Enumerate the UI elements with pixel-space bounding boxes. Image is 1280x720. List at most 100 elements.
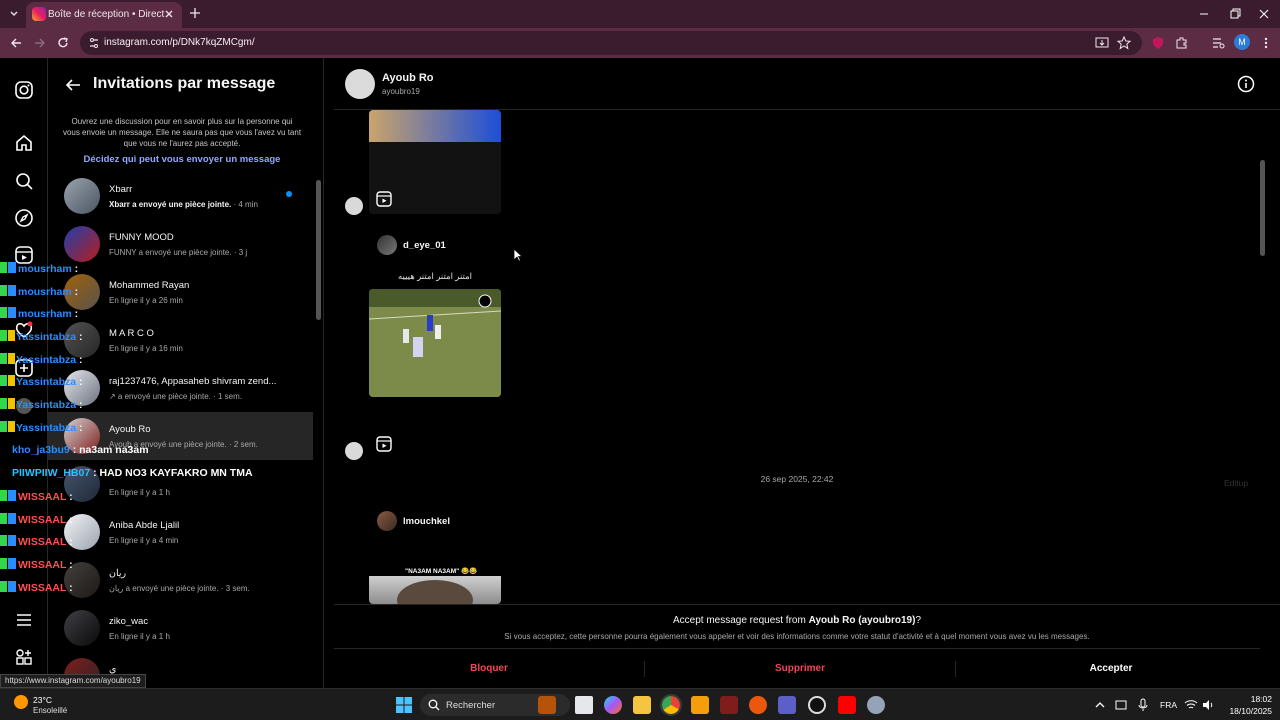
app-icon[interactable] — [749, 696, 767, 714]
close-tab-icon[interactable] — [162, 7, 176, 21]
app-icon[interactable] — [808, 696, 826, 714]
overlay-chat-line: WISSAAL : — [0, 513, 73, 529]
back-icon[interactable] — [8, 35, 24, 51]
reload-icon[interactable] — [55, 35, 71, 51]
extension-shield-icon[interactable] — [1150, 35, 1166, 51]
copilot-icon[interactable] — [604, 696, 622, 714]
widgets-app-icon[interactable] — [538, 696, 556, 714]
overlay-chat-line: Yassintabza : — [0, 398, 83, 414]
clock-time[interactable]: 18:02 — [1222, 694, 1272, 704]
overlay-chat-line: WISSAAL : — [0, 558, 73, 574]
reel-icon[interactable] — [376, 191, 392, 207]
wifi-icon[interactable] — [1184, 698, 1198, 712]
microphone-icon[interactable] — [1136, 698, 1150, 712]
request-item-marco[interactable]: M A R C O En ligne il y a 16 min — [48, 316, 313, 364]
input-language[interactable]: FRA — [1160, 700, 1177, 710]
message-request-bar: Accept message request from Ayoub Ro (ay… — [334, 604, 1280, 688]
requests-scrollbar[interactable] — [314, 172, 322, 688]
windows-start-icon[interactable] — [396, 697, 412, 713]
clock-date[interactable]: 18/10/2025 — [1222, 706, 1272, 716]
browser-menu-icon[interactable] — [1258, 35, 1274, 51]
app-icon[interactable] — [720, 696, 738, 714]
overlay-chat-line: mousrham : — [0, 262, 78, 278]
request-item-funny-mood[interactable]: FUNNY MOOD FUNNY a envoyé une pièce join… — [48, 220, 313, 268]
minimize-window-icon[interactable] — [1196, 6, 1212, 22]
post-author-name[interactable]: d_eye_01 — [403, 240, 446, 251]
request-item-xbarr[interactable]: Xbarr Xbarr a envoyé une pièce jointe. ·… — [48, 172, 313, 220]
delete-button[interactable]: Supprimer — [645, 649, 955, 689]
tab-title: Boîte de réception • Direct — [48, 9, 165, 20]
info-icon[interactable] — [1237, 75, 1255, 93]
request-item-group[interactable]: raj1237476, Appasaheb shivram zend... ↗ … — [48, 364, 313, 412]
menu-icon[interactable] — [14, 610, 34, 630]
instagram-logo-icon[interactable] — [14, 80, 34, 100]
extensions-puzzle-icon[interactable] — [1174, 35, 1190, 51]
request-subtitle: En ligne il y a 1 h — [109, 488, 170, 497]
request-subtitle: En ligne il y a 26 min — [109, 296, 183, 305]
shared-reel-thumbnail[interactable] — [369, 289, 501, 397]
status-url-tooltip: https://www.instagram.com/ayoubro19 — [0, 674, 146, 688]
overlay-chat-line: kho_ja3bu9 : na3am na3am — [12, 444, 149, 456]
reel-icon[interactable] — [376, 436, 392, 452]
conversation-scrollbar[interactable] — [1256, 110, 1268, 604]
bookmark-star-icon[interactable] — [1116, 35, 1132, 51]
home-icon[interactable] — [14, 133, 34, 153]
address-bar[interactable]: instagram.com/p/DNk7kqZMCgm/ — [80, 31, 1142, 55]
request-item-ziko-wac[interactable]: ziko_wac En ligne il y a 1 h — [48, 604, 313, 652]
task-view-icon[interactable] — [575, 696, 593, 714]
weather-sun-icon[interactable] — [14, 695, 28, 709]
search-icon — [428, 699, 440, 711]
scrollbar-thumb[interactable] — [1260, 160, 1265, 256]
sender-avatar[interactable] — [345, 197, 363, 215]
who-can-message-link[interactable]: Décidez qui peut vous envoyer un message — [62, 154, 302, 165]
url-text: instagram.com/p/DNk7kqZMCgm/ — [104, 37, 255, 48]
message-timestamp: 26 sep 2025, 22:42 — [760, 474, 834, 484]
post-author-avatar[interactable] — [377, 511, 397, 531]
install-app-icon[interactable] — [1094, 35, 1110, 51]
close-window-icon[interactable] — [1256, 6, 1272, 22]
post-author-avatar[interactable] — [377, 235, 397, 255]
file-explorer-icon[interactable] — [633, 696, 651, 714]
request-item-rayan[interactable]: ريان ريان a envoyé une pièce jointe. · 3… — [48, 556, 313, 604]
request-item-aniba[interactable]: Aniba Abde Ljalil En ligne il y a 4 min — [48, 508, 313, 556]
accept-button[interactable]: Accepter — [956, 649, 1266, 689]
shared-reel-thumbnail[interactable]: "NA3AM NA3AM" 😂😂 — [369, 565, 501, 604]
contact-avatar[interactable] — [345, 69, 375, 99]
media-control-icon[interactable] — [1210, 35, 1226, 51]
contact-name[interactable]: Ayoub Ro — [382, 72, 434, 84]
tab-search-icon[interactable] — [6, 6, 22, 22]
overlay-chat-line: PIIWPIIW_HB07 : HAD NO3 KAYFAKRO MN TMA — [12, 467, 253, 479]
browser-tab-inbox[interactable]: Boîte de réception • Direct — [26, 2, 182, 28]
restore-window-icon[interactable] — [1226, 6, 1242, 22]
conversation-panel: Ayoub Ro ayoubro19 d_eye_01 امتنر امتنر … — [334, 58, 1280, 688]
show-hidden-icons-icon[interactable] — [1093, 698, 1107, 712]
site-info-icon[interactable] — [86, 35, 102, 51]
windows-taskbar: 23°C Ensoleillé Rechercher FRA 18:02 18/… — [0, 688, 1280, 720]
teams-icon[interactable] — [778, 696, 796, 714]
search-icon[interactable] — [14, 171, 34, 191]
meta-apps-icon[interactable] — [14, 647, 34, 667]
scrollbar-thumb[interactable] — [316, 180, 321, 320]
mouse-cursor-icon — [513, 248, 523, 262]
instagram-favicon-icon — [32, 7, 46, 21]
forward-icon[interactable] — [32, 35, 48, 51]
weather-temperature[interactable]: 23°C — [33, 695, 52, 705]
sender-avatar[interactable] — [345, 442, 363, 460]
new-tab-icon[interactable] — [188, 6, 202, 20]
sync-icon[interactable] — [1114, 698, 1128, 712]
request-item-mohammed-rayan[interactable]: Mohammed Rayan En ligne il y a 26 min — [48, 268, 313, 316]
post-author-name[interactable]: lmouchkel — [403, 516, 450, 527]
settings-icon[interactable] — [867, 696, 885, 714]
back-arrow-icon[interactable] — [64, 76, 82, 94]
volume-icon[interactable] — [1201, 698, 1215, 712]
explore-icon[interactable] — [14, 208, 34, 228]
conversation-header: Ayoub Ro ayoubro19 — [334, 58, 1280, 110]
youtube-icon[interactable] — [838, 696, 856, 714]
overlay-chat-line: mousrham : — [0, 307, 78, 323]
app-icon[interactable] — [691, 696, 709, 714]
block-button[interactable]: Bloquer — [334, 649, 644, 689]
weather-condition: Ensoleillé — [33, 706, 68, 715]
chrome-icon[interactable] — [660, 694, 682, 716]
overlay-chat-line: WISSAAL : — [0, 581, 73, 597]
profile-avatar[interactable]: M — [1234, 34, 1250, 50]
